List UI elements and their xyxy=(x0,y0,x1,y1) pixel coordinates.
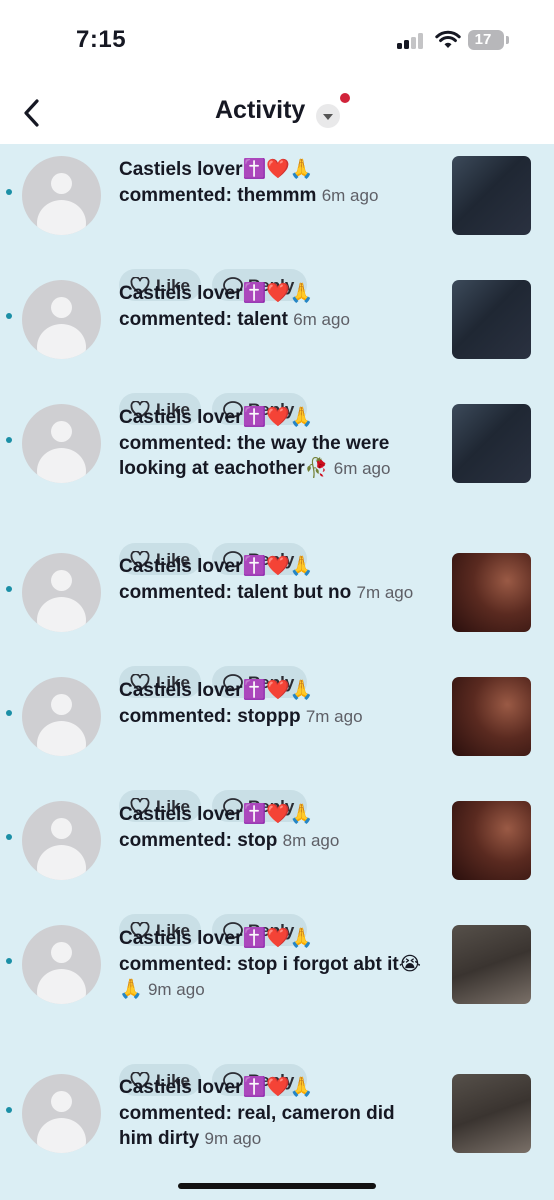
comment-text: Castiels lover✝️❤️🙏 commented: talent but… xyxy=(119,554,431,605)
comment-body: commented: talent but no xyxy=(119,581,352,603)
timestamp: 9m ago xyxy=(147,980,205,999)
activity-item[interactable]: Castiels lover✝️❤️🙏 commented: stop 8m ag… xyxy=(0,801,554,946)
timestamp: 6m ago xyxy=(321,185,379,205)
battery-icon: 17 xyxy=(468,30,504,50)
status-time: 7:15 xyxy=(76,26,127,53)
activity-feed[interactable]: Castiels lover✝️❤️🙏 commented: themmm 6m … xyxy=(0,144,554,1200)
page-title[interactable]: Activity xyxy=(215,96,305,125)
activity-item[interactable]: Castiels lover✝️❤️🙏 commented: themmm 6m … xyxy=(0,156,554,301)
unread-dot xyxy=(6,586,12,592)
chevron-left-icon[interactable] xyxy=(20,98,44,128)
video-thumbnail[interactable] xyxy=(452,925,531,1004)
video-thumbnail[interactable] xyxy=(452,553,531,632)
username[interactable]: Castiels lover xyxy=(119,556,243,577)
timestamp: 6m ago xyxy=(293,309,350,329)
avatar[interactable] xyxy=(22,1074,101,1153)
avatar[interactable] xyxy=(22,404,101,483)
comment-text: Castiels lover✝️❤️🙏 commented: themmm 6m … xyxy=(119,157,431,208)
home-indicator xyxy=(178,1183,376,1189)
username-emoji: ✝️❤️🙏 xyxy=(242,556,314,577)
comment-body: commented: talent xyxy=(119,308,288,330)
username[interactable]: Castiels lover xyxy=(119,804,243,825)
unread-dot xyxy=(6,313,12,319)
avatar[interactable] xyxy=(22,156,101,235)
notification-dot xyxy=(340,93,350,103)
activity-item[interactable]: Castiels lover✝️❤️🙏 commented: real, came… xyxy=(0,1074,554,1194)
activity-item[interactable]: Castiels lover✝️❤️🙏 commented: talent but… xyxy=(0,553,554,698)
timestamp: 6m ago xyxy=(333,459,391,478)
video-thumbnail[interactable] xyxy=(452,801,531,880)
caret-down-icon[interactable] xyxy=(316,104,340,128)
avatar[interactable] xyxy=(22,280,101,359)
unread-dot xyxy=(6,710,12,716)
unread-dot xyxy=(6,437,12,443)
comment-body: commented: stop i forgot abt it xyxy=(119,953,399,975)
header: Activity xyxy=(0,80,554,144)
comment-body: commented: stop xyxy=(119,829,278,851)
comment-text: Castiels lover✝️❤️🙏 commented: the way th… xyxy=(119,405,431,482)
comment-emoji: 🥀 xyxy=(304,458,329,479)
username-emoji: ✝️❤️🙏 xyxy=(242,407,314,428)
comment-text: Castiels lover✝️❤️🙏 commented: stop i for… xyxy=(119,926,431,1003)
unread-dot xyxy=(6,1107,12,1113)
video-thumbnail[interactable] xyxy=(452,280,531,359)
timestamp: 7m ago xyxy=(305,706,363,726)
video-thumbnail[interactable] xyxy=(452,677,531,756)
timestamp: 9m ago xyxy=(204,1129,262,1148)
username[interactable]: Castiels lover xyxy=(119,1077,243,1098)
activity-item[interactable]: Castiels lover✝️❤️🙏 commented: stop i for… xyxy=(0,925,554,1096)
username[interactable]: Castiels lover xyxy=(119,680,243,701)
avatar[interactable] xyxy=(22,553,101,632)
avatar[interactable] xyxy=(22,677,101,756)
unread-dot xyxy=(6,189,12,195)
activity-item[interactable]: Castiels lover✝️❤️🙏 commented: stoppp 7m … xyxy=(0,677,554,822)
username-emoji: ✝️❤️🙏 xyxy=(242,804,314,825)
comment-text: Castiels lover✝️❤️🙏 commented: real, came… xyxy=(119,1075,431,1152)
battery-level: 17 xyxy=(474,31,492,48)
activity-item[interactable]: Castiels lover✝️❤️🙏 commented: the way th… xyxy=(0,404,554,575)
wifi-icon xyxy=(435,30,461,48)
video-thumbnail[interactable] xyxy=(452,156,531,235)
username-emoji: ✝️❤️🙏 xyxy=(242,680,314,701)
username[interactable]: Castiels lover xyxy=(119,159,243,180)
unread-dot xyxy=(6,958,12,964)
cellular-signal-icon xyxy=(397,33,425,49)
unread-dot xyxy=(6,834,12,840)
username[interactable]: Castiels lover xyxy=(119,283,243,304)
username[interactable]: Castiels lover xyxy=(119,407,243,428)
status-bar: 7:15 17 xyxy=(0,0,554,80)
video-thumbnail[interactable] xyxy=(452,1074,531,1153)
comment-body: commented: themmm xyxy=(119,184,317,206)
timestamp: 7m ago xyxy=(356,582,414,602)
avatar[interactable] xyxy=(22,801,101,880)
username[interactable]: Castiels lover xyxy=(119,928,243,949)
comment-text: Castiels lover✝️❤️🙏 commented: stop 8m ag… xyxy=(119,802,431,853)
comment-text: Castiels lover✝️❤️🙏 commented: talent 6m … xyxy=(119,281,431,332)
username-emoji: ✝️❤️🙏 xyxy=(242,159,314,180)
username-emoji: ✝️❤️🙏 xyxy=(242,928,314,949)
comment-body: commented: stoppp xyxy=(119,705,301,727)
activity-item[interactable]: Castiels lover✝️❤️🙏 commented: talent 6m … xyxy=(0,280,554,425)
battery-cap xyxy=(506,36,509,44)
video-thumbnail[interactable] xyxy=(452,404,531,483)
avatar[interactable] xyxy=(22,925,101,1004)
username-emoji: ✝️❤️🙏 xyxy=(242,1077,314,1098)
timestamp: 8m ago xyxy=(282,830,340,850)
comment-text: Castiels lover✝️❤️🙏 commented: stoppp 7m … xyxy=(119,678,431,729)
username-emoji: ✝️❤️🙏 xyxy=(242,283,314,304)
